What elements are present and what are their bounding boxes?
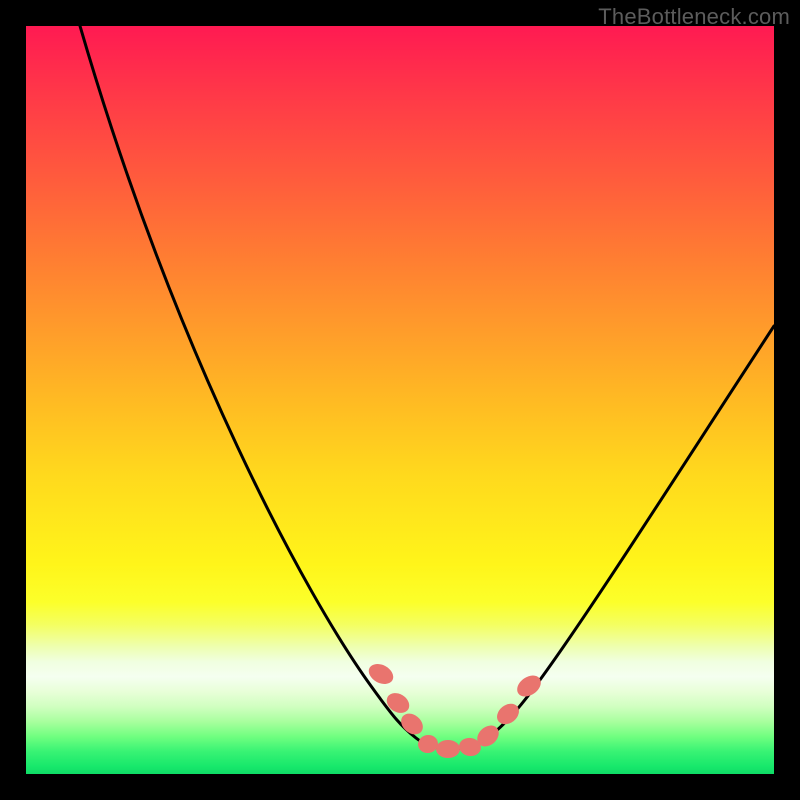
chart-svg [26,26,774,774]
valley-markers [365,660,545,758]
bottleneck-curve [80,26,774,749]
watermark-text: TheBottleneck.com [598,4,790,30]
marker-left-mid [383,689,413,717]
marker-flat-1 [417,733,440,754]
marker-flat-2 [436,740,460,758]
marker-right-mid [493,700,523,729]
plot-area [26,26,774,774]
chart-stage: TheBottleneck.com [0,0,800,800]
